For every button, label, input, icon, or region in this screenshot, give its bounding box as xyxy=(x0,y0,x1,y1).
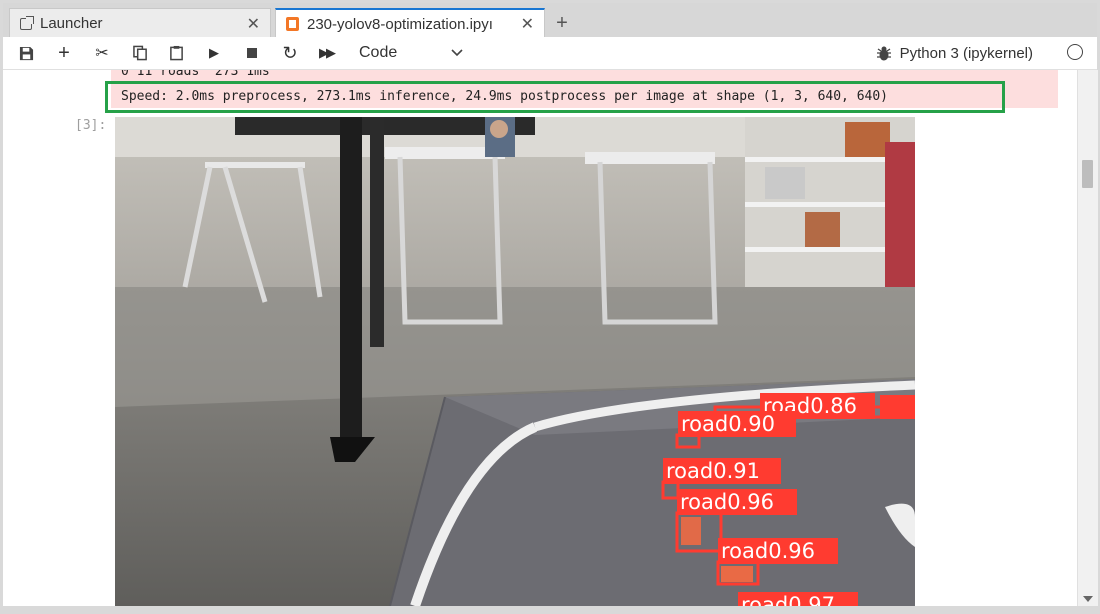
clipboard-icon xyxy=(169,45,183,61)
play-icon: ▶ xyxy=(209,45,219,60)
notebook-content: 0 11 roads 273 1ms Speed: 2.0ms preproce… xyxy=(3,70,1077,606)
new-tab-button[interactable]: + xyxy=(548,8,576,38)
scrollbar-thumb[interactable] xyxy=(1082,160,1093,188)
copy-icon xyxy=(132,45,147,61)
notebook-icon xyxy=(286,17,299,31)
detection-label: road0.90 xyxy=(681,412,775,436)
cut-button[interactable]: ✂ xyxy=(89,41,115,65)
tab-bar: Launcher ✕ 230-yolov8-optimization.ipyı … xyxy=(3,3,1097,38)
save-icon xyxy=(19,46,33,60)
plus-icon: + xyxy=(556,11,568,34)
window-bottom-edge xyxy=(0,606,1100,614)
copy-button[interactable] xyxy=(127,41,153,65)
paste-button[interactable] xyxy=(163,41,189,65)
interrupt-button[interactable] xyxy=(239,41,265,65)
detection-output-image: road0.86 road0.90 road0.91 road0.96 road… xyxy=(115,117,915,606)
insert-cell-button[interactable]: + xyxy=(51,41,77,65)
tab-label: Launcher xyxy=(40,15,103,32)
detection-label: road0.96 xyxy=(680,490,774,514)
refresh-icon: ↻ xyxy=(282,42,298,63)
run-button[interactable]: ▶ xyxy=(201,41,227,65)
tab-notebook[interactable]: 230-yolov8-optimization.ipyı ✕ xyxy=(275,8,545,38)
output-line: 0 11 roads 273 1ms xyxy=(121,70,270,79)
plus-icon: + xyxy=(58,41,70,64)
close-icon[interactable]: ✕ xyxy=(247,14,260,34)
close-icon[interactable]: ✕ xyxy=(521,14,534,34)
vertical-scrollbar[interactable] xyxy=(1077,70,1098,606)
kernel-status-icon xyxy=(1067,44,1083,60)
cell-type-value: Code xyxy=(359,44,398,61)
kernel-name[interactable]: Python 3 (ipykernel) xyxy=(900,41,1033,65)
tab-launcher[interactable]: Launcher ✕ xyxy=(9,8,271,38)
stop-icon xyxy=(247,48,257,58)
chevron-down-icon xyxy=(451,49,463,57)
notebook-toolbar: + ✂ ▶ ↻ ▶▶ Code Python 3 (ipykernel) xyxy=(3,37,1097,70)
detection-label: road0.96 xyxy=(721,539,815,563)
restart-run-all-button[interactable]: ▶▶ xyxy=(313,41,339,65)
scroll-down-arrow-icon[interactable] xyxy=(1083,596,1093,602)
bug-icon xyxy=(877,46,891,60)
save-button[interactable] xyxy=(13,41,39,65)
scissors-icon: ✂ xyxy=(95,45,109,62)
detection-label: road0.91 xyxy=(666,459,760,483)
fast-forward-icon: ▶▶ xyxy=(319,45,336,60)
tab-label: 230-yolov8-optimization.ipyı xyxy=(307,15,493,33)
annotation-highlight-box xyxy=(105,81,1005,113)
output-prompt: [3]: xyxy=(75,118,107,133)
cell-type-select[interactable]: Code xyxy=(359,41,463,65)
launcher-icon xyxy=(20,15,34,30)
debugger-button[interactable] xyxy=(871,41,897,65)
detection-label: road0.97 xyxy=(741,593,835,606)
restart-button[interactable]: ↻ xyxy=(277,41,303,65)
